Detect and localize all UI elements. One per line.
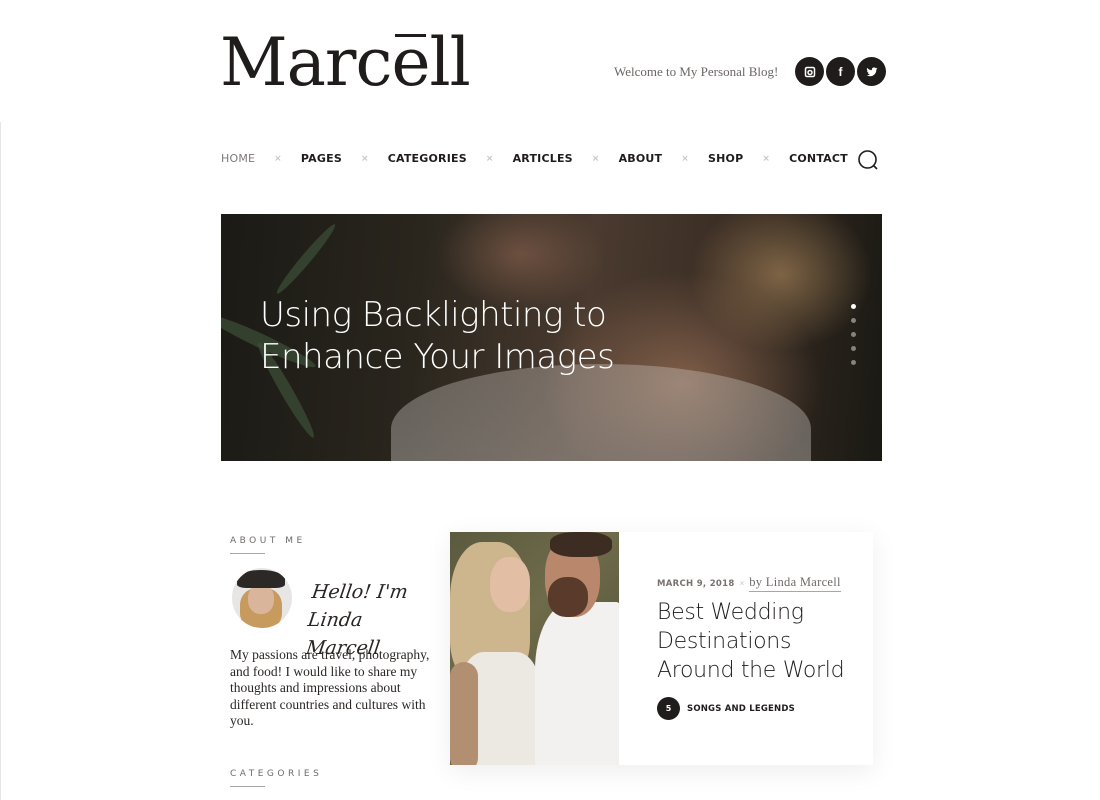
slider-dot[interactable] (851, 318, 856, 323)
facebook-icon: f (838, 64, 843, 79)
instagram-icon (804, 66, 815, 77)
category-label: SONGS AND LEGENDS (687, 703, 795, 714)
slider-pagination (851, 304, 856, 365)
post-title[interactable]: Best Wedding Destinations Around the Wor… (657, 598, 857, 685)
post-thumbnail[interactable] (450, 532, 619, 765)
meta-separator: × (739, 579, 745, 588)
nav-item-articles[interactable]: ARTICLES (513, 152, 573, 165)
slider-dot[interactable] (851, 346, 856, 351)
hero-photo-shape (391, 364, 811, 461)
slider-dot[interactable] (851, 304, 856, 309)
logo-part-pre: Marc (220, 24, 392, 101)
logo-part-macron: e (391, 24, 430, 101)
hero-title-line: Enhance Your Images (260, 337, 615, 377)
nav-item-home[interactable]: HOME (221, 152, 255, 165)
instagram-button[interactable] (795, 57, 824, 86)
hero-leaf-decoration (273, 221, 339, 297)
featured-post-card: MARCH 9, 2018 × by Linda Marcell Best We… (450, 532, 873, 765)
twitter-button[interactable] (857, 57, 886, 86)
post-date: MARCH 9, 2018 (657, 578, 735, 589)
site-logo[interactable]: Marcell (220, 24, 471, 101)
nav-separator: × (485, 153, 494, 164)
post-category-link[interactable]: 5 SONGS AND LEGENDS (657, 697, 795, 720)
hero-title-line: Using Backlighting to (260, 295, 607, 335)
twitter-icon (866, 66, 877, 76)
logo-part-post: ll (429, 24, 471, 101)
search-button[interactable] (857, 149, 879, 171)
nav-item-shop[interactable]: SHOP (708, 152, 743, 165)
page-edge-divider (0, 122, 1, 800)
social-links: f (795, 57, 886, 86)
category-count-badge: 5 (657, 697, 680, 720)
nav-separator: × (274, 153, 282, 164)
signature-line: Hello! I'm Linda (306, 581, 410, 631)
hero-slider[interactable]: Using Backlighting to Enhance Your Image… (221, 214, 882, 461)
slider-dot[interactable] (851, 332, 856, 337)
post-author-link[interactable]: by Linda Marcell (749, 575, 841, 592)
nav-separator: × (681, 153, 689, 164)
facebook-button[interactable]: f (826, 57, 855, 86)
nav-separator: × (762, 153, 771, 164)
slider-dot[interactable] (851, 360, 856, 365)
post-meta: MARCH 9, 2018 × by Linda Marcell (657, 575, 841, 592)
categories-widget-title: CATEGORIES (230, 769, 323, 787)
main-nav: HOME × PAGES × CATEGORIES × ARTICLES × A… (221, 152, 848, 165)
nav-separator: × (360, 153, 369, 164)
about-text: My passions are travel, photography, and… (230, 647, 430, 728)
author-avatar (232, 568, 292, 628)
hero-title[interactable]: Using Backlighting to Enhance Your Image… (260, 294, 615, 378)
nav-item-pages[interactable]: PAGES (301, 152, 342, 165)
search-icon (858, 150, 878, 170)
nav-item-contact[interactable]: CONTACT (789, 152, 848, 165)
site-tagline: Welcome to My Personal Blog! (614, 64, 779, 79)
nav-item-categories[interactable]: CATEGORIES (388, 152, 467, 165)
nav-separator: × (591, 153, 600, 164)
about-widget-title: ABOUT ME (230, 536, 306, 554)
nav-item-about[interactable]: ABOUT (619, 152, 663, 165)
